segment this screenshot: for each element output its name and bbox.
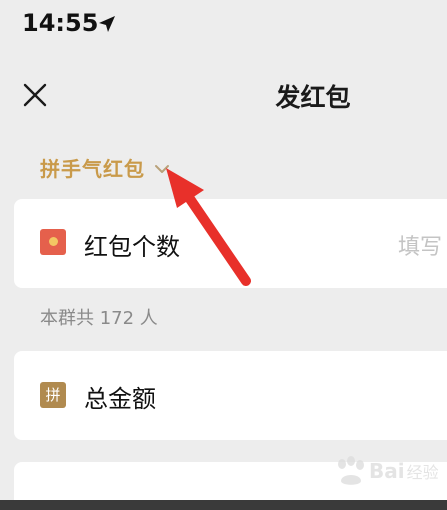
group-member-count: 本群共 172 人 xyxy=(40,308,158,329)
pin-badge-icon: 拼 xyxy=(40,382,66,408)
red-packet-icon xyxy=(40,229,66,255)
packet-count-input[interactable]: 填写 xyxy=(398,229,442,261)
page-title: 发红包 xyxy=(275,83,351,112)
paw-icon xyxy=(338,456,364,485)
watermark-suffix: 经验 xyxy=(406,463,439,482)
chevron-down-icon xyxy=(155,164,169,173)
packet-count-label: 红包个数 xyxy=(84,233,180,261)
location-arrow-icon xyxy=(99,16,115,32)
packet-type-label: 拼手气红包 xyxy=(40,157,145,181)
bottom-frame xyxy=(0,500,447,510)
watermark-text: Bai xyxy=(369,459,405,483)
coin-icon xyxy=(49,237,58,246)
packet-count-row[interactable]: 红包个数 填写 xyxy=(14,199,447,288)
baidu-watermark: Bai 经验 xyxy=(333,455,439,487)
red-packet-screen: 14:55 发红包 拼手气红包 红包个数 填写 本群共 172 人 拼 总金额 … xyxy=(0,0,447,500)
packet-type-switch[interactable]: 拼手气红包 xyxy=(40,153,170,182)
total-amount-label: 总金额 xyxy=(84,385,156,413)
status-time: 14:55 xyxy=(22,9,99,37)
total-amount-row[interactable]: 拼 总金额 xyxy=(14,351,447,440)
